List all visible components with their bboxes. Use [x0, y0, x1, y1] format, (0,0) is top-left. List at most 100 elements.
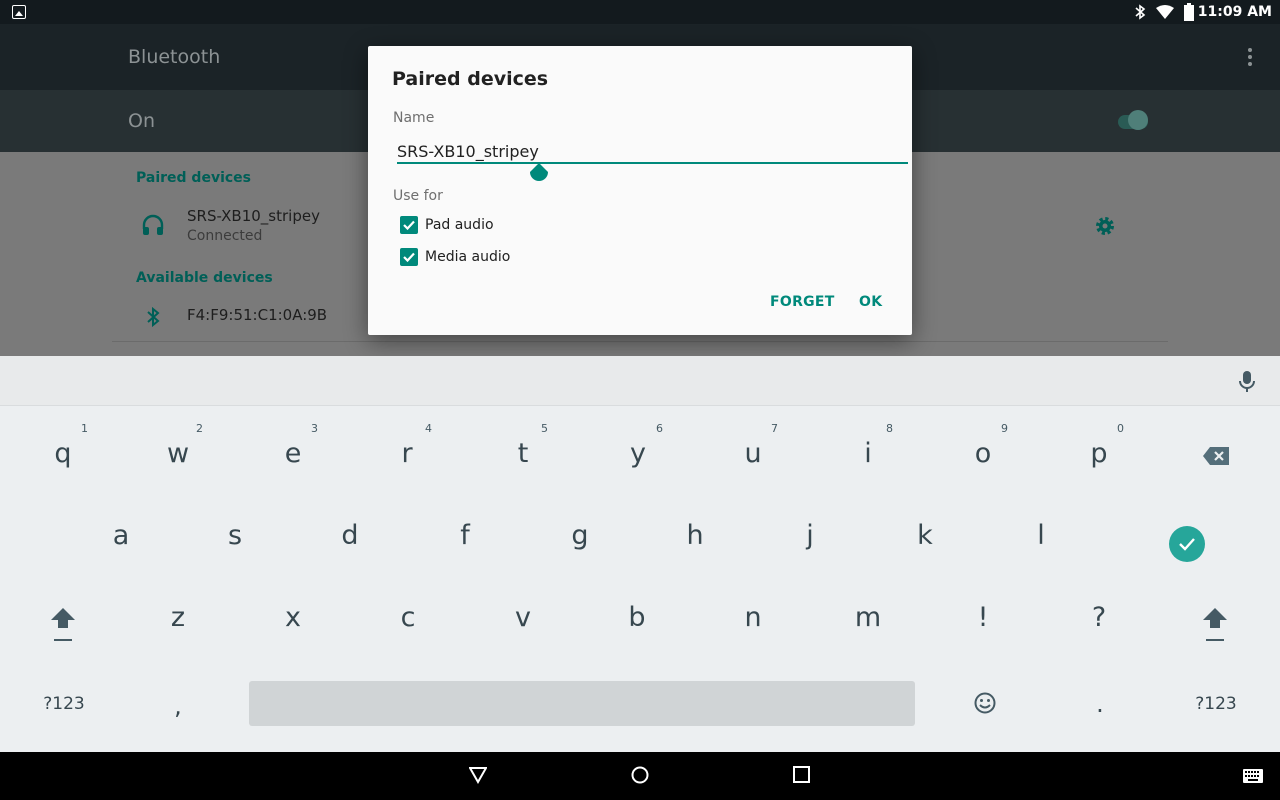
- key-n[interactable]: n: [733, 602, 773, 633]
- home-icon[interactable]: [631, 766, 649, 784]
- key-b[interactable]: b: [617, 602, 657, 633]
- key-label: t: [517, 438, 529, 469]
- available-device-name: F4:F9:51:C1:0A:9B: [187, 306, 328, 324]
- key-i[interactable]: i8: [848, 422, 893, 469]
- microphone-icon[interactable]: [1238, 370, 1256, 394]
- key-label: m: [854, 602, 882, 633]
- key-g[interactable]: g: [560, 520, 600, 551]
- key-label: p: [1090, 438, 1108, 469]
- key-hint: 0: [1117, 422, 1124, 435]
- key-u[interactable]: u7: [733, 422, 778, 469]
- key-label: u: [744, 438, 762, 469]
- keyboard-switch-icon[interactable]: [1243, 769, 1263, 783]
- key-h[interactable]: h: [675, 520, 715, 551]
- checkmark-icon: [1179, 538, 1195, 551]
- bluetooth-toggle[interactable]: [1118, 110, 1152, 134]
- forget-button[interactable]: FORGET: [770, 294, 835, 310]
- key-hint: 2: [196, 422, 203, 435]
- key-x[interactable]: x: [273, 602, 313, 633]
- key-label: r: [401, 438, 413, 469]
- key-label: ?: [1091, 602, 1107, 633]
- key-exclamation[interactable]: !: [963, 602, 1003, 633]
- ok-button[interactable]: OK: [859, 294, 882, 310]
- key-e[interactable]: e3: [273, 422, 318, 469]
- back-icon[interactable]: [469, 766, 487, 784]
- key-y[interactable]: y6: [618, 422, 663, 469]
- image-notification-icon: [12, 5, 26, 19]
- enter-key[interactable]: [1169, 526, 1205, 562]
- recents-icon[interactable]: [793, 766, 810, 783]
- battery-icon: [1184, 3, 1194, 21]
- key-d[interactable]: d: [330, 520, 370, 551]
- media-audio-checkbox[interactable]: [400, 248, 418, 266]
- key-z[interactable]: z: [158, 602, 198, 633]
- available-devices-header: Available devices: [136, 270, 273, 286]
- key-label: y: [630, 438, 646, 469]
- key-t[interactable]: t5: [503, 422, 548, 469]
- key-label: e: [284, 438, 302, 469]
- navigation-bar: [0, 752, 1280, 800]
- text-cursor-handle[interactable]: [528, 163, 550, 185]
- key-hint: 9: [1001, 422, 1008, 435]
- paired-device-dialog: Paired devices Name Use for Pad audio Me…: [368, 46, 912, 335]
- status-bar: 11:09 AM: [0, 0, 1280, 24]
- key-w[interactable]: w2: [158, 422, 203, 469]
- switch-label: On: [128, 110, 155, 132]
- backspace-icon[interactable]: [1202, 446, 1230, 466]
- space-key[interactable]: [249, 681, 915, 726]
- key-j[interactable]: j: [790, 520, 830, 551]
- soft-keyboard: q1w2e3r4t5y6u7i8o9p0 asdfghjkl z x c v b n m!?…: [0, 406, 1280, 752]
- key-a[interactable]: a: [101, 520, 141, 551]
- key-hint: 7: [771, 422, 778, 435]
- key-hint: 4: [425, 422, 432, 435]
- pad-audio-option[interactable]: Pad audio: [400, 215, 494, 235]
- dialog-title: Paired devices: [392, 68, 549, 90]
- key-label: g: [571, 520, 589, 551]
- key-s[interactable]: s: [215, 520, 255, 551]
- emoji-icon[interactable]: [974, 692, 996, 714]
- device-name-input[interactable]: [397, 140, 908, 162]
- key-hint: 1: [81, 422, 88, 435]
- bluetooth-icon: [1135, 4, 1146, 20]
- suggestion-strip: [0, 356, 1280, 406]
- key-q[interactable]: q1: [43, 422, 88, 469]
- shift-left-icon[interactable]: [50, 607, 76, 643]
- key-o[interactable]: o9: [963, 422, 1008, 469]
- period-key[interactable]: .: [1090, 690, 1110, 718]
- name-label: Name: [393, 110, 435, 126]
- headphones-icon: [142, 214, 164, 235]
- key-label: d: [341, 520, 359, 551]
- key-f[interactable]: f: [445, 520, 485, 551]
- paired-device-name: SRS-XB10_stripey: [187, 207, 320, 225]
- key-hint: 5: [541, 422, 548, 435]
- key-label: k: [917, 520, 933, 551]
- clock: 11:09 AM: [1197, 4, 1272, 20]
- key-k[interactable]: k: [905, 520, 945, 551]
- key-question[interactable]: ?: [1079, 602, 1119, 633]
- key-m[interactable]: m: [848, 602, 888, 633]
- key-hint: 8: [886, 422, 893, 435]
- key-c[interactable]: c: [388, 602, 428, 633]
- key-r[interactable]: r4: [387, 422, 432, 469]
- paired-devices-header: Paired devices: [136, 170, 251, 186]
- key-v[interactable]: v: [503, 602, 543, 633]
- key-p[interactable]: p0: [1079, 422, 1124, 469]
- comma-key[interactable]: ,: [168, 692, 188, 720]
- symbols-key-right[interactable]: ?123: [1188, 694, 1244, 714]
- key-label: q: [54, 438, 72, 469]
- device-name-field[interactable]: [397, 140, 908, 164]
- overflow-menu-icon[interactable]: [1248, 48, 1252, 66]
- bluetooth-icon: [147, 306, 160, 328]
- shift-right-icon[interactable]: [1202, 607, 1228, 643]
- symbols-key-left[interactable]: ?123: [36, 694, 92, 714]
- key-label: c: [400, 602, 416, 633]
- pad-audio-label: Pad audio: [425, 217, 494, 233]
- key-hint: 3: [311, 422, 318, 435]
- media-audio-option[interactable]: Media audio: [400, 247, 510, 267]
- key-label: w: [166, 438, 190, 469]
- pad-audio-checkbox[interactable]: [400, 216, 418, 234]
- gear-icon[interactable]: [1094, 215, 1116, 237]
- key-l[interactable]: l: [1021, 520, 1061, 551]
- key-label: a: [112, 520, 130, 551]
- key-label: f: [460, 520, 470, 551]
